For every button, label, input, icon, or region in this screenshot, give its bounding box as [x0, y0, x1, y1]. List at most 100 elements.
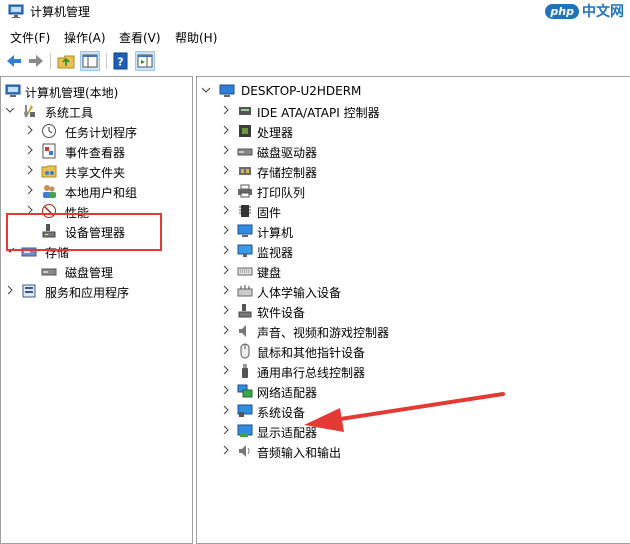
tree-node-label: 本地用户和组 [65, 186, 138, 200]
device-category-label: 打印队列 [257, 186, 306, 200]
computer-icon [237, 224, 253, 237]
tree-node-label: 磁盘管理 [65, 266, 114, 280]
computer-management-icon [8, 4, 24, 18]
device-category-label: 固件 [257, 206, 282, 220]
chevron-right-icon[interactable] [221, 143, 231, 157]
device-category-label: 软件设备 [257, 306, 306, 320]
chevron-right-icon[interactable] [221, 243, 231, 257]
toolbar-separator [50, 53, 51, 69]
chevron-right-icon[interactable] [25, 143, 35, 157]
chevron-right-icon[interactable] [221, 323, 231, 337]
menu-bar: 文件(F) 操作(A) 查看(V) 帮助(H) [0, 26, 630, 46]
event-viewer-icon [42, 143, 56, 159]
device-category-label: 声音、视频和游戏控制器 [257, 326, 390, 340]
back-arrow-icon[interactable] [4, 51, 24, 71]
watermark-text: 中文网 [582, 4, 624, 20]
system-tools-icon [24, 105, 35, 117]
tree-node-label: 事件查看器 [65, 146, 126, 160]
chevron-right-icon[interactable] [221, 183, 231, 197]
audio-io-icon [239, 445, 250, 457]
firmware-icon [239, 205, 251, 217]
action-pane-icon [137, 54, 153, 68]
keyboard-icon [237, 267, 253, 276]
chevron-right-icon[interactable] [221, 223, 231, 237]
computer-management-icon [5, 84, 21, 97]
hid-icon [237, 285, 253, 297]
device-tree-pane[interactable]: DESKTOP-U2HDERM IDE ATA/ATAPI 控制器 处理器 磁盘… [196, 76, 630, 544]
console-tree-pane[interactable]: 计算机管理(本地) 系统工具 任务计划程序 事件查看器 共享文件夹 本地用户和组… [0, 76, 193, 544]
chevron-right-icon[interactable] [221, 123, 231, 137]
storage-controller-icon [239, 167, 251, 175]
tree-node-label: 系统工具 [45, 106, 94, 120]
users-icon [43, 185, 56, 198]
device-category-label: 人体学输入设备 [257, 286, 342, 300]
processor-icon [239, 125, 251, 137]
device-category-label: 处理器 [257, 126, 294, 140]
menu-help[interactable]: 帮助(H) [175, 29, 217, 46]
chevron-right-icon[interactable] [221, 363, 231, 377]
chevron-right-icon[interactable] [221, 103, 231, 117]
computer-icon [219, 84, 235, 97]
monitor-icon [237, 244, 253, 257]
clock-icon [42, 124, 56, 138]
console-tree-icon [82, 54, 98, 68]
help-icon[interactable]: ? [111, 51, 131, 71]
chevron-right-icon[interactable] [5, 283, 15, 297]
annotation-arrow [304, 392, 505, 432]
chevron-right-icon[interactable] [221, 163, 231, 177]
annotation-highlight-box [6, 213, 162, 251]
chevron-right-icon[interactable] [221, 203, 231, 217]
tree-node-label: 计算机管理(本地) [25, 86, 119, 100]
chevron-right-icon[interactable] [221, 263, 231, 277]
device-category-label: 磁盘驱动器 [257, 146, 318, 160]
device-category-label: 通用串行总线控制器 [257, 366, 366, 380]
tree-node-label: 任务计划程序 [65, 126, 138, 140]
usb-icon [242, 364, 248, 378]
display-adapter-icon [237, 424, 253, 437]
chevron-right-icon[interactable] [25, 163, 35, 177]
network-adapter-icon [237, 384, 253, 398]
device-tree-root-label: DESKTOP-U2HDERM [241, 84, 362, 98]
chevron-right-icon[interactable] [221, 343, 231, 357]
chevron-right-icon[interactable] [221, 303, 231, 317]
disk-drive-icon [237, 148, 253, 156]
disk-management-icon [41, 268, 57, 276]
printer-icon [238, 184, 252, 198]
software-device-icon [238, 304, 252, 318]
menu-view[interactable]: 查看(V) [119, 29, 161, 46]
chevron-right-icon[interactable] [221, 443, 231, 457]
chevron-right-icon[interactable] [221, 403, 231, 417]
tree-node-label: 共享文件夹 [65, 166, 126, 180]
title-bar: 计算机管理 php 中文网 [0, 0, 630, 22]
toolbar: ? [0, 48, 630, 74]
menu-action[interactable]: 操作(A) [64, 29, 106, 46]
forward-arrow-icon[interactable] [26, 51, 46, 71]
svg-text:?: ? [117, 56, 123, 69]
chevron-right-icon[interactable] [25, 123, 35, 137]
device-category-label: 存储控制器 [257, 166, 318, 180]
device-category-label: 系统设备 [257, 406, 306, 420]
menu-file[interactable]: 文件(F) [10, 29, 50, 46]
chevron-right-icon[interactable] [221, 423, 231, 437]
chevron-right-icon[interactable] [221, 283, 231, 297]
chevron-right-icon[interactable] [221, 383, 231, 397]
mouse-icon [240, 343, 250, 359]
chevron-down-icon[interactable] [201, 83, 211, 97]
device-category-label: 音频输入和输出 [257, 446, 342, 460]
chevron-down-icon[interactable] [5, 103, 15, 117]
show-hide-console-tree-button[interactable] [80, 51, 100, 71]
window-title: 计算机管理 [30, 5, 91, 19]
system-device-icon [237, 404, 253, 417]
device-category-label: 计算机 [257, 226, 294, 240]
device-category-label: 监视器 [257, 246, 294, 260]
chevron-right-icon[interactable] [25, 183, 35, 197]
show-hide-action-pane-button[interactable] [135, 51, 155, 71]
speaker-icon [239, 325, 246, 337]
up-folder-icon[interactable] [56, 51, 76, 71]
device-category-label: 键盘 [257, 266, 282, 280]
shared-folder-icon [41, 165, 57, 178]
watermark-brand: php [545, 3, 579, 19]
watermark: php 中文网 [545, 1, 624, 21]
tree-node-label: 服务和应用程序 [45, 286, 130, 300]
services-icon [22, 284, 36, 298]
